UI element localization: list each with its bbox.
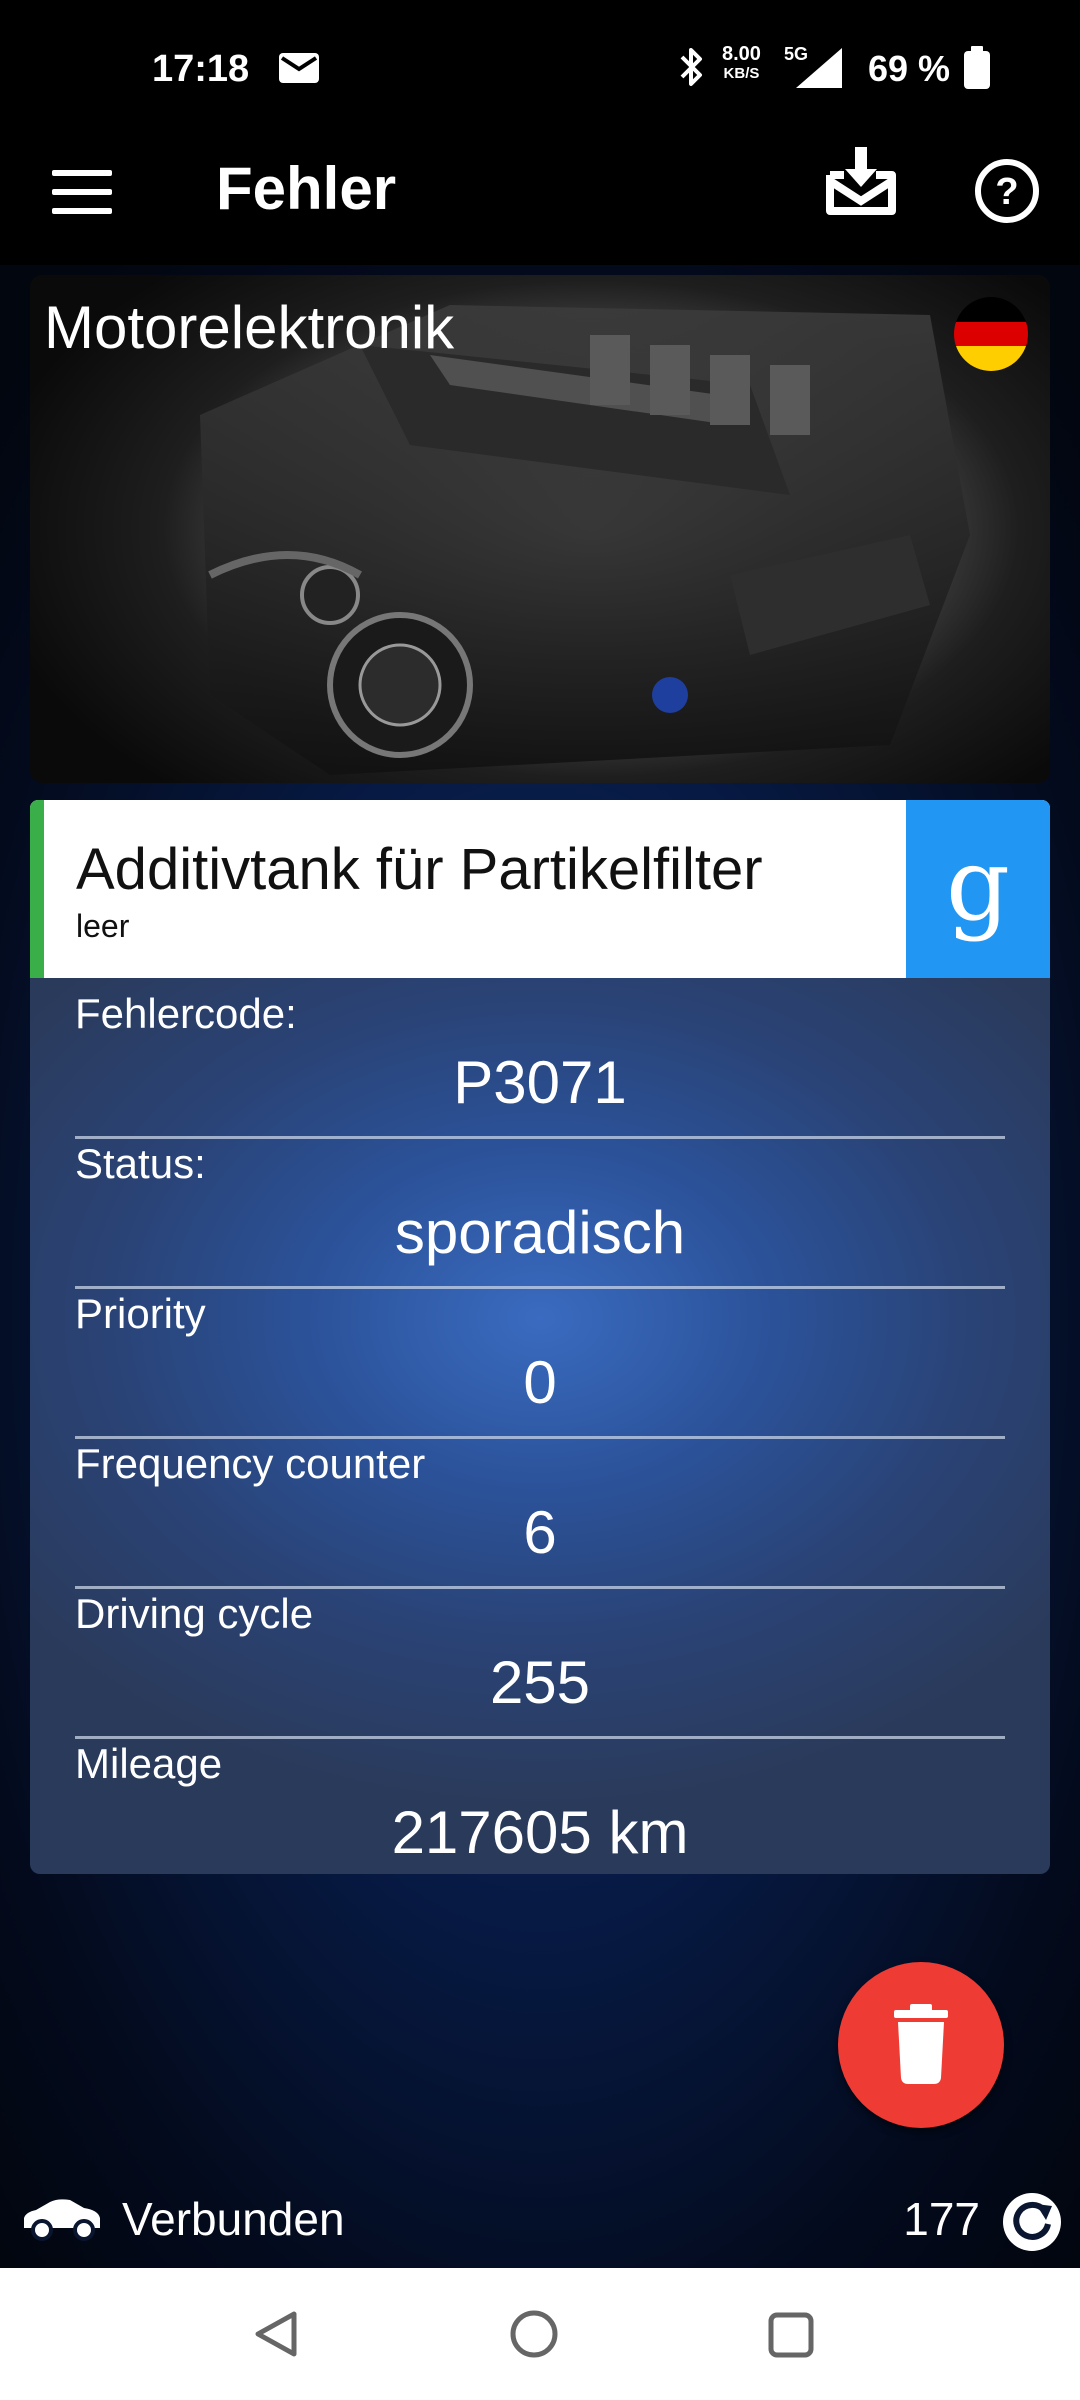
bluetooth-icon: [680, 48, 702, 86]
car-icon: [24, 2199, 100, 2241]
divider: [75, 1136, 1005, 1139]
status-time: 17:18: [152, 48, 250, 90]
app-bar: [0, 120, 1080, 265]
germany-flag-icon[interactable]: [954, 297, 1028, 371]
detail-label: Driving cycle: [75, 1590, 314, 1637]
detail-value: 6: [523, 1499, 557, 1566]
detail-value: 255: [489, 1649, 591, 1716]
home-icon[interactable]: [508, 2308, 560, 2360]
detail-label: Frequency counter: [75, 1440, 426, 1487]
detail-label: Mileage: [75, 1740, 223, 1787]
recent-apps-icon[interactable]: [766, 2310, 816, 2360]
help-icon[interactable]: ?: [974, 158, 1040, 224]
download-icon[interactable]: [826, 145, 896, 215]
back-icon[interactable]: [250, 2308, 302, 2360]
fault-status-stripe: [30, 800, 44, 978]
detail-value: 0: [523, 1349, 557, 1416]
menu-button[interactable]: [52, 170, 112, 214]
delete-fault-button[interactable]: [838, 1962, 1004, 2128]
detail-value: sporadisch: [394, 1199, 686, 1266]
detail-value: P3071: [453, 1049, 627, 1116]
divider: [75, 1436, 1005, 1439]
signal-icon: [796, 48, 842, 88]
svg-text:?: ?: [995, 171, 1018, 213]
module-header-card: Motorelektronik: [30, 275, 1050, 783]
divider: [75, 1586, 1005, 1589]
detail-label: Status:: [75, 1140, 206, 1187]
counter-value: 177: [903, 2193, 980, 2245]
divider: [75, 1286, 1005, 1289]
detail-label: Priority: [75, 1290, 206, 1337]
google-icon: g: [945, 826, 1010, 943]
fault-details-panel: Fehlercode: P3071 Status: sporadisch Pri…: [30, 978, 1050, 1874]
detail-value: 217605 km: [391, 1799, 689, 1866]
mail-icon: [279, 53, 319, 83]
fault-title: Additivtank für Partikelfilter: [76, 837, 763, 902]
detail-label: Fehlercode:: [75, 990, 297, 1037]
trash-icon: [894, 2004, 948, 2084]
fault-header: Additivtank für Partikelfilter leer g: [30, 800, 1050, 978]
google-search-button[interactable]: g: [906, 800, 1050, 978]
connection-status: Verbunden: [122, 2193, 345, 2245]
battery-icon: [964, 46, 990, 89]
refresh-icon[interactable]: [1000, 2190, 1064, 2254]
status-network-speed: 8.00 KB/S: [722, 43, 761, 82]
divider: [75, 1736, 1005, 1739]
battery-percent: 69 %: [868, 48, 951, 89]
module-title: Motorelektronik: [44, 294, 455, 361]
page-title: Fehler: [216, 155, 397, 222]
fault-subtitle: leer: [76, 908, 130, 944]
menu-icon: [52, 170, 112, 176]
